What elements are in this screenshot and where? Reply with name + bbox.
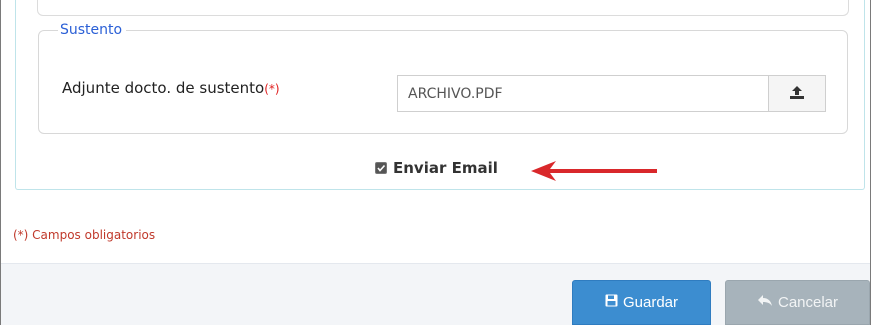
attachment-label-text: Adjunte docto. de sustento bbox=[62, 79, 265, 97]
send-email-checkbox[interactable] bbox=[375, 162, 387, 174]
required-mark: (*) bbox=[264, 82, 280, 96]
save-button[interactable]: Guardar bbox=[572, 280, 711, 325]
file-name-field[interactable]: ARCHIVO.PDF bbox=[397, 75, 769, 112]
cancel-button-label: Cancelar bbox=[777, 294, 839, 311]
send-email-option[interactable]: Enviar Email bbox=[375, 158, 498, 178]
previous-fieldset-edge bbox=[37, 0, 849, 16]
upload-button[interactable] bbox=[768, 75, 826, 112]
cancel-button[interactable]: Cancelar bbox=[725, 280, 870, 325]
fieldset-legend: Sustento bbox=[58, 21, 127, 39]
required-fields-note: (*) Campos obligatorios bbox=[13, 228, 156, 242]
red-arrow-icon bbox=[530, 159, 660, 187]
save-button-label: Guardar bbox=[622, 294, 679, 311]
reply-arrow-icon bbox=[757, 294, 773, 311]
attachment-label: Adjunte docto. de sustento(*) bbox=[62, 78, 280, 99]
send-email-label: Enviar Email bbox=[393, 159, 498, 177]
floppy-disk-icon bbox=[605, 294, 618, 311]
upload-icon bbox=[789, 84, 805, 103]
